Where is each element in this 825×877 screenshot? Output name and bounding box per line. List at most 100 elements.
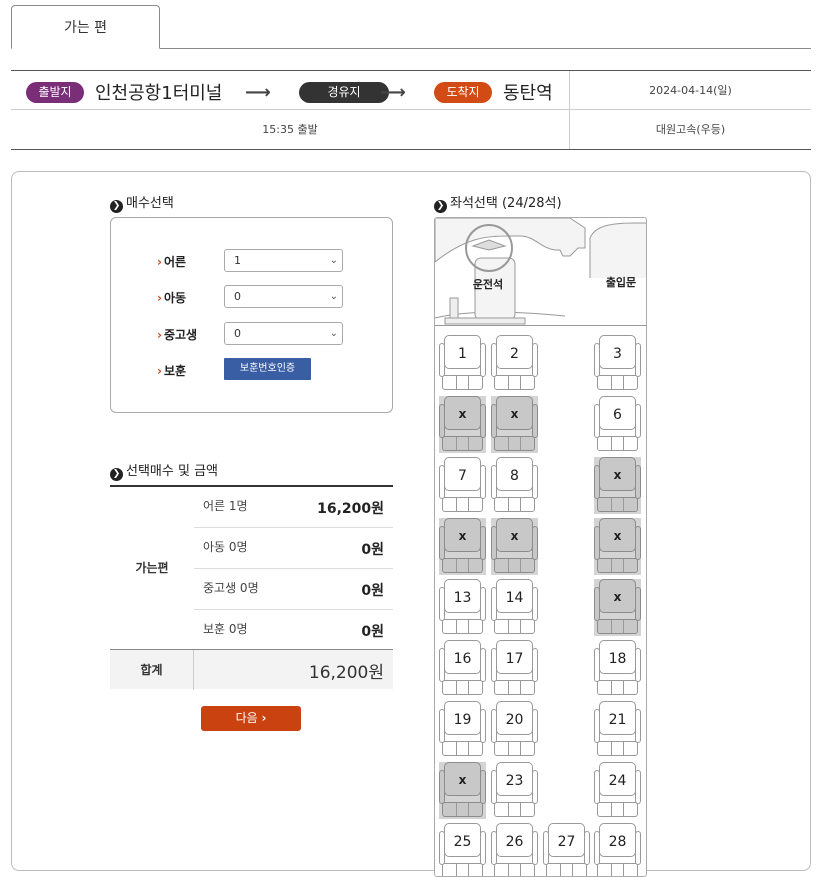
seat-available[interactable]: 7 [439, 457, 486, 514]
seat-number: x [613, 590, 622, 604]
arrow-icon: ⟶ [380, 82, 406, 103]
seat-number: 17 [505, 651, 524, 667]
seat-cushion [494, 680, 535, 695]
seat-number: x [613, 529, 622, 543]
seat-available[interactable]: 8 [491, 457, 538, 514]
seat-number: x [458, 529, 467, 543]
veteran-verify-button[interactable]: 보훈번호인증 [224, 358, 311, 380]
student-label: › 중고생 [157, 328, 198, 342]
seat-available[interactable]: 23 [491, 762, 538, 819]
child-count-select[interactable]: 0 ⌄ [224, 285, 343, 308]
seat-number: 3 [613, 346, 622, 362]
seat-cushion [442, 436, 483, 451]
seat-available[interactable]: 28 [594, 823, 641, 876]
seat-number: 23 [505, 773, 524, 789]
seat-section-title: ❯ 좌석선택 (24/28석) [434, 192, 562, 213]
seat-cushion [597, 375, 638, 390]
seat-available[interactable]: 3 [594, 335, 641, 392]
price-section-title: ❯ 선택매수 및 금액 [110, 460, 218, 481]
seat-available[interactable]: 24 [594, 762, 641, 819]
seat-number: x [613, 468, 622, 482]
student-count-select[interactable]: 0 ⌄ [224, 322, 343, 345]
total-amount: 16,200원 [308, 663, 384, 683]
seat-taken: x [439, 396, 486, 453]
seat-available[interactable]: 6 [594, 396, 641, 453]
seat-cushion [442, 619, 483, 634]
seat-number: 8 [510, 468, 519, 484]
seat-number: 18 [608, 651, 627, 667]
seat-cushion [494, 375, 535, 390]
seat-number: 28 [608, 834, 627, 850]
seat-number: x [458, 773, 467, 787]
seat-number: 25 [453, 834, 472, 850]
route-info: 출발지 인천공항1터미널 ⟶ 경유지 ⟶ 도착지 동탄역 2024-04-14(… [11, 70, 811, 150]
next-button[interactable]: 다음 › [201, 706, 301, 731]
chevron-right-icon: › [261, 711, 267, 725]
seat-taken: x [594, 518, 641, 575]
seat-cushion [494, 436, 535, 451]
seat-cushion [442, 497, 483, 512]
seat-number: 6 [613, 407, 622, 423]
seat-cushion [494, 558, 535, 573]
seat-available[interactable]: 25 [439, 823, 486, 876]
seat-available[interactable]: 27 [543, 823, 590, 876]
seat-cushion [597, 619, 638, 634]
seat-number: 26 [505, 834, 524, 850]
chevron-right-icon: ❯ [434, 200, 447, 213]
seat-number: 13 [453, 590, 472, 606]
seat-taken: x [439, 518, 486, 575]
departure-badge: 출발지 [26, 82, 84, 103]
seat-taken: x [491, 518, 538, 575]
seat-available[interactable]: 18 [594, 640, 641, 697]
seat-taken: x [491, 396, 538, 453]
via-badge: 경유지 [299, 82, 389, 103]
seat-cushion [597, 497, 638, 512]
driver-area-drawing [435, 218, 646, 325]
seat-number: 14 [505, 590, 524, 606]
driver-seat-label: 운전석 [472, 278, 504, 291]
chevron-down-icon: ⌄ [329, 328, 338, 339]
seat-taken: x [439, 762, 486, 819]
seat-cushion [597, 680, 638, 695]
seat-number: x [510, 529, 519, 543]
seat-cushion [442, 802, 483, 817]
adult-count-select[interactable]: 1 ⌄ [224, 249, 343, 272]
seat-cushion [442, 375, 483, 390]
seat-available[interactable]: 2 [491, 335, 538, 392]
travel-date: 2024-04-14(일) [649, 84, 732, 97]
seat-cushion [442, 680, 483, 695]
veteran-label: › 보훈 [157, 364, 187, 378]
departure-terminal: 인천공항1터미널 [95, 83, 223, 104]
seat-available[interactable]: 17 [491, 640, 538, 697]
seat-number: 21 [608, 712, 627, 728]
seat-cushion [597, 436, 638, 451]
seat-available[interactable]: 13 [439, 579, 486, 636]
total-label: 합계 [110, 650, 194, 690]
seat-cushion [597, 741, 638, 756]
bus-seat-map: 운전석 출입문 1 2 3 x x 6 7 8 x x x x 13 14 x 16 17 18 19 20 21 x 23… [434, 217, 647, 877]
chevron-down-icon: ⌄ [329, 291, 338, 302]
bus-company: 대원고속(우등) [655, 123, 726, 136]
seat-taken: x [594, 457, 641, 514]
seat-cushion [494, 863, 535, 876]
seat-cushion [597, 863, 638, 876]
seat-cushion [494, 497, 535, 512]
price-group-label: 가는편 [135, 561, 169, 575]
seat-available[interactable]: 1 [439, 335, 486, 392]
arrival-terminal: 동탄역 [503, 83, 553, 104]
seat-number: 7 [458, 468, 467, 484]
price-total-row: 합계 16,200원 [110, 649, 393, 690]
count-box: › 어른 1 ⌄ › 아동 0 ⌄ › 중고생 0 ⌄ › 보훈 보훈번호인증 [110, 217, 393, 413]
tab-outbound[interactable]: 가는 편 [11, 5, 160, 49]
seat-number: x [458, 407, 467, 421]
seat-number: 19 [453, 712, 472, 728]
seat-available[interactable]: 19 [439, 701, 486, 758]
seat-available[interactable]: 16 [439, 640, 486, 697]
seat-number: 2 [510, 346, 519, 362]
seat-available[interactable]: 26 [491, 823, 538, 876]
seat-cushion [442, 863, 483, 876]
seat-cushion [442, 558, 483, 573]
seat-available[interactable]: 14 [491, 579, 538, 636]
seat-available[interactable]: 20 [491, 701, 538, 758]
seat-available[interactable]: 21 [594, 701, 641, 758]
